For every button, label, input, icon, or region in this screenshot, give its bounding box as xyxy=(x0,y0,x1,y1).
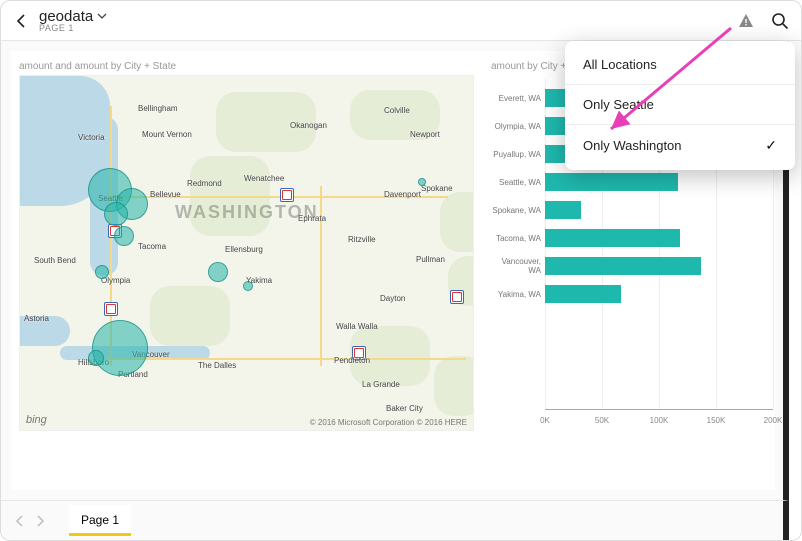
map-city-label: Walla Walla xyxy=(336,322,378,331)
map-city-label: South Bend xyxy=(34,256,76,265)
bar-category-label: Puyallup, WA xyxy=(489,150,545,159)
map-city-label: Colville xyxy=(384,106,410,115)
x-axis-tick: 50K xyxy=(595,416,609,425)
map-tiles: WASHINGTON VictoriaBellinghamMount Verno… xyxy=(20,76,473,430)
bar-row: Spokane, WA xyxy=(489,199,773,221)
bar-rect xyxy=(545,173,678,191)
bar-category-label: Everett, WA xyxy=(489,94,545,103)
x-axis-tick: 200K xyxy=(764,416,783,425)
map-bubble xyxy=(208,262,228,282)
search-button[interactable] xyxy=(771,12,789,30)
map-city-label: Dayton xyxy=(380,294,405,303)
map-city-label: Ritzville xyxy=(348,235,376,244)
map-bubble xyxy=(418,178,426,186)
bar-category-label: Vancouver, WA xyxy=(489,257,545,275)
x-axis-tick: 0K xyxy=(540,416,550,425)
page-footer: Page 1 xyxy=(1,500,789,540)
bar-category-label: Yakima, WA xyxy=(489,290,545,299)
map-bubble xyxy=(104,202,128,226)
report-title: geodata xyxy=(39,9,93,24)
map-bubble xyxy=(114,226,134,246)
back-button[interactable] xyxy=(13,12,31,30)
bar-category-label: Olympia, WA xyxy=(489,122,545,131)
page-indicator: PAGE 1 xyxy=(39,24,107,33)
map-bubble xyxy=(243,281,253,291)
axis-baseline xyxy=(545,409,773,410)
map-city-label: Davenport xyxy=(384,190,421,199)
top-bar: geodata PAGE 1 xyxy=(1,1,801,41)
bar-row: Yakima, WA xyxy=(489,283,773,305)
filter-option-all-locations[interactable]: All Locations xyxy=(565,45,795,85)
filter-dropdown: All Locations Only Seattle Only Washingt… xyxy=(565,41,795,170)
map-city-label: Newport xyxy=(410,130,440,139)
bar-category-label: Tacoma, WA xyxy=(489,234,545,243)
bar-rect xyxy=(545,201,581,219)
bing-logo: bing xyxy=(26,414,47,426)
map-city-label: Ephrata xyxy=(298,214,326,223)
bar-rect xyxy=(545,257,701,275)
x-axis-tick: 150K xyxy=(707,416,726,425)
bar-rect xyxy=(545,229,680,247)
map-city-label: Pendleton xyxy=(334,356,370,365)
map-city-label: Mount Vernon xyxy=(142,130,192,139)
map-visual[interactable]: WASHINGTON VictoriaBellinghamMount Verno… xyxy=(19,75,474,431)
x-axis-tick: 100K xyxy=(650,416,669,425)
map-city-label: Baker City xyxy=(386,404,423,413)
map-city-label: Wenatchee xyxy=(244,174,284,183)
pyramid-filter-button[interactable] xyxy=(737,12,755,30)
filter-option-only-seattle[interactable]: Only Seattle xyxy=(565,85,795,125)
prev-page-button[interactable] xyxy=(13,514,27,528)
map-city-label: Victoria xyxy=(78,133,105,142)
page-tab-1[interactable]: Page 1 xyxy=(69,505,131,536)
map-city-label: Astoria xyxy=(24,314,49,323)
map-city-label: Pullman xyxy=(416,255,445,264)
map-bubble xyxy=(95,265,109,279)
map-city-label: Spokane xyxy=(421,184,453,193)
map-city-label: Redmond xyxy=(187,179,222,188)
next-page-button[interactable] xyxy=(33,514,47,528)
bar-category-label: Seattle, WA xyxy=(489,178,545,187)
chevron-down-icon xyxy=(97,11,107,21)
map-bubble xyxy=(88,350,104,366)
filter-option-only-washington[interactable]: Only Washington ✓ xyxy=(565,125,795,166)
map-city-label: Bellevue xyxy=(150,190,181,199)
top-right-icons xyxy=(737,12,789,30)
app-window: geodata PAGE 1 All Locations Only Seattl… xyxy=(0,0,802,541)
check-icon: ✓ xyxy=(765,137,777,154)
map-city-label: Bellingham xyxy=(138,104,178,113)
bar-row: Tacoma, WA xyxy=(489,227,773,249)
map-city-label: Okanogan xyxy=(290,121,327,130)
bar-rect xyxy=(545,285,621,303)
map-city-label: The Dalles xyxy=(198,361,236,370)
map-visual-title: amount and amount by City + State xyxy=(19,61,176,72)
report-title-block[interactable]: geodata PAGE 1 xyxy=(39,9,107,33)
map-bubble xyxy=(92,320,148,376)
bar-category-label: Spokane, WA xyxy=(489,206,545,215)
bar-row: Seattle, WA xyxy=(489,171,773,193)
bar-row: Vancouver, WA xyxy=(489,255,773,277)
map-credits: © 2016 Microsoft Corporation © 2016 HERE xyxy=(310,418,467,427)
map-city-label: Tacoma xyxy=(138,242,166,251)
map-city-label: Ellensburg xyxy=(225,245,263,254)
map-city-label: La Grande xyxy=(362,380,400,389)
